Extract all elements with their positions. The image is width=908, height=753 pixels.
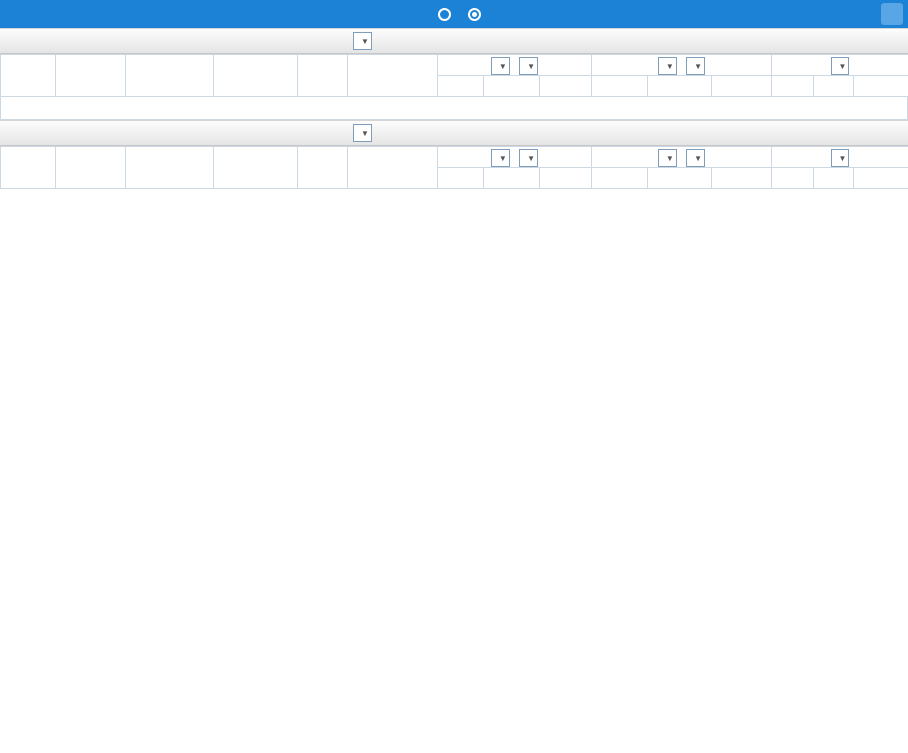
fulltime-header: ▼: [771, 54, 908, 76]
col-header-odds-home: [437, 75, 484, 97]
col-header-home: [125, 54, 214, 97]
odds-final-select[interactable]: ▼: [519, 149, 539, 167]
layout-horizontal-radio[interactable]: [468, 7, 484, 21]
chevron-down-icon: ▼: [665, 61, 674, 71]
col-header-handicap-result: [813, 75, 854, 97]
fulltime-select[interactable]: ▼: [830, 57, 850, 75]
radio-selected-icon: [468, 7, 481, 21]
match-count-select[interactable]: ▼: [353, 32, 372, 50]
chevron-down-icon: ▼: [498, 153, 507, 163]
col-header-avg-away: [711, 167, 772, 189]
col-header-away: [347, 146, 438, 189]
avg-odds-select[interactable]: ▼: [657, 57, 677, 75]
col-header-avg-home: [591, 75, 648, 97]
col-header-date: [55, 146, 126, 189]
col-header-corner: [297, 54, 348, 97]
chevron-down-icon: ▼: [665, 153, 674, 163]
col-header-odds-home: [437, 167, 484, 189]
col-header-handicap: [483, 75, 540, 97]
col-header-score: [213, 54, 298, 97]
odds-source-header: ▼ ▼: [437, 146, 592, 168]
close-icon[interactable]: [881, 3, 903, 25]
title-bar: [0, 0, 908, 28]
summary-bar: [0, 97, 908, 120]
col-header-goals: [853, 167, 908, 189]
odds-source-select[interactable]: ▼: [490, 57, 510, 75]
fulltime-select[interactable]: ▼: [830, 149, 850, 167]
col-header-avg-draw: [647, 167, 712, 189]
col-header-date: [55, 54, 126, 97]
col-header-result: [771, 75, 814, 97]
col-header-result: [771, 167, 814, 189]
recent-matches-table-hannover: ▼ ▼ ▼ ▼ ▼: [0, 146, 908, 189]
layout-vertical-radio[interactable]: [438, 7, 454, 21]
col-header-handicap-result: [813, 167, 854, 189]
col-header-type: [0, 146, 56, 189]
col-header-handicap: [483, 167, 540, 189]
chevron-down-icon: ▼: [838, 61, 847, 71]
chevron-down-icon: ▼: [527, 153, 536, 163]
fulltime-header: ▼: [771, 146, 908, 168]
chevron-down-icon: ▼: [838, 153, 847, 163]
recent-matches-table-paderborn: ▼ ▼ ▼ ▼ ▼: [0, 54, 908, 97]
avg-odds-header: ▼ ▼: [591, 146, 772, 168]
col-header-odds-away: [539, 167, 592, 189]
avg-final-select[interactable]: ▼: [686, 57, 706, 75]
odds-final-select[interactable]: ▼: [519, 57, 539, 75]
match-count-select[interactable]: ▼: [353, 124, 372, 142]
chevron-down-icon: ▼: [527, 61, 536, 71]
avg-final-select[interactable]: ▼: [686, 149, 706, 167]
col-header-avg-away: [711, 75, 772, 97]
col-header-avg-home: [591, 167, 648, 189]
filter-controls: ▼: [350, 32, 375, 50]
col-header-away: [347, 54, 438, 97]
col-header-type: [0, 54, 56, 97]
col-header-odds-away: [539, 75, 592, 97]
section-header-hannover: ▼: [0, 120, 908, 146]
odds-source-select[interactable]: ▼: [490, 149, 510, 167]
section-header-paderborn: ▼: [0, 28, 908, 54]
chevron-down-icon: ▼: [694, 153, 703, 163]
avg-odds-header: ▼ ▼: [591, 54, 772, 76]
chevron-down-icon: ▼: [694, 61, 703, 71]
col-header-avg-draw: [647, 75, 712, 97]
odds-source-header: ▼ ▼: [437, 54, 592, 76]
col-header-home: [125, 146, 214, 189]
radio-icon: [438, 7, 451, 21]
chevron-down-icon: ▼: [361, 128, 369, 138]
col-header-score: [213, 146, 298, 189]
col-header-goals: [853, 75, 908, 97]
chevron-down-icon: ▼: [361, 36, 369, 46]
chevron-down-icon: ▼: [498, 61, 507, 71]
col-header-corner: [297, 146, 348, 189]
avg-odds-select[interactable]: ▼: [657, 149, 677, 167]
filter-controls: ▼: [350, 124, 375, 142]
